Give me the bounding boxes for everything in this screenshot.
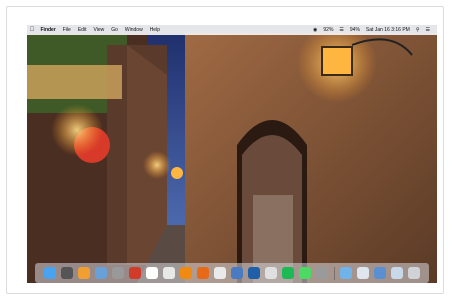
launchpad-icon[interactable] xyxy=(61,267,73,279)
downloads-icon[interactable] xyxy=(374,267,386,279)
finder-window-icon[interactable] xyxy=(357,267,369,279)
trash-icon[interactable] xyxy=(408,267,420,279)
app-folder-icon[interactable] xyxy=(231,267,243,279)
menu-window[interactable]: Window xyxy=(121,27,146,33)
maps-icon[interactable] xyxy=(163,267,175,279)
photoshop-icon[interactable] xyxy=(248,267,260,279)
messages-icon[interactable] xyxy=(299,267,311,279)
battery-level: 94% xyxy=(349,27,360,33)
folder-icon[interactable] xyxy=(340,267,352,279)
desktop:  Finder File Edit View Go Window Help ◉… xyxy=(27,25,437,283)
contacts-icon[interactable] xyxy=(265,267,277,279)
status-area: ◉ 92% ☰ 94% Sat Jan 16 3:16 PM ⚲ ☰ xyxy=(310,27,437,33)
preview-icon[interactable] xyxy=(95,267,107,279)
menu-bar:  Finder File Edit View Go Window Help ◉… xyxy=(27,25,437,35)
finder-icon[interactable] xyxy=(44,267,56,279)
battery-percent: 92% xyxy=(323,27,334,33)
menu-finder[interactable]: Finder xyxy=(37,27,59,33)
menu-file[interactable]: File xyxy=(59,27,74,33)
menu-view[interactable]: View xyxy=(90,27,108,33)
menu-help[interactable]: Help xyxy=(146,27,163,33)
menubar-clock[interactable]: Sat Jan 16 3:16 PM xyxy=(363,27,413,33)
spotify-icon[interactable] xyxy=(282,267,294,279)
apple-icon[interactable]:  xyxy=(27,27,37,33)
menu-go[interactable]: Go xyxy=(108,27,122,33)
screenshot-frame:  Finder File Edit View Go Window Help ◉… xyxy=(6,6,444,294)
wifi-icon[interactable]: ☰ xyxy=(336,27,346,33)
calendar-icon[interactable] xyxy=(146,267,158,279)
compass-icon[interactable] xyxy=(112,267,124,279)
menu-edit[interactable]: Edit xyxy=(74,27,90,33)
photos-icon[interactable] xyxy=(78,267,90,279)
settings-icon[interactable] xyxy=(316,267,328,279)
dock-separator xyxy=(333,266,335,280)
vlc-icon[interactable] xyxy=(180,267,192,279)
wallpaper xyxy=(27,25,437,283)
notification-center-icon[interactable]: ☰ xyxy=(423,27,433,33)
documents-icon[interactable] xyxy=(391,267,403,279)
chrome-icon[interactable] xyxy=(214,267,226,279)
dock xyxy=(35,263,429,283)
spotlight-icon[interactable]: ⚲ xyxy=(413,27,423,33)
status-icon[interactable]: ◉ xyxy=(310,27,320,33)
firefox-icon[interactable] xyxy=(197,267,209,279)
acrobat-icon[interactable] xyxy=(129,267,141,279)
